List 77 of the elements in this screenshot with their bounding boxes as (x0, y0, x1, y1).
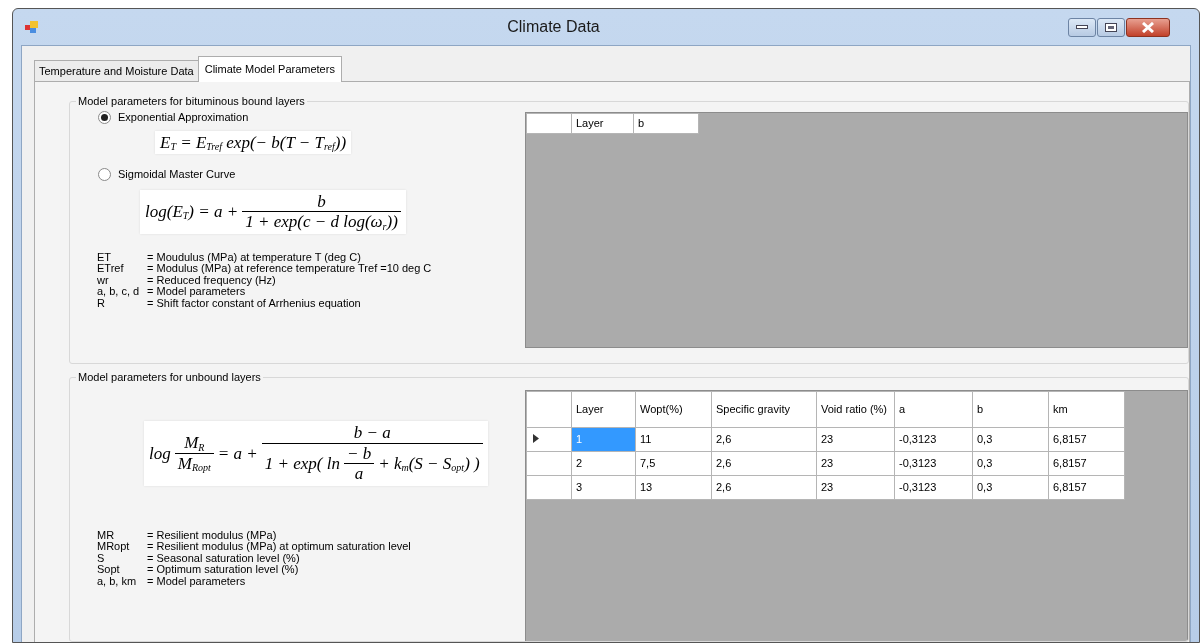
formula-text: b − a (353, 423, 391, 443)
column-header: Specific gravity (711, 391, 817, 428)
legend-term: a, b, km (97, 575, 138, 588)
formula-text: + k$_{m}$(S − S$_{opt}$) ) (378, 453, 480, 474)
formula-text: 1 + exp( ln (264, 453, 340, 474)
maximize-button[interactable] (1097, 17, 1125, 37)
close-button[interactable] (1126, 17, 1170, 37)
formula-text: M$_{Ropt}$ (177, 453, 211, 474)
legend-definition: = Model parameters (147, 575, 247, 588)
column-header: a (894, 391, 973, 428)
legend-term: wr (97, 274, 110, 287)
radio-button[interactable]: Exponential Approximation (98, 109, 249, 126)
window-title: Climate Data (506, 17, 601, 37)
formula-text: 1 + exp(c − d log(ω$_{r}$)) (245, 212, 398, 232)
maximize-icon (1105, 22, 1117, 32)
table-cell: -0,3123 (894, 427, 973, 452)
table-cell: 23 (816, 475, 895, 500)
table-cell: 0,3 (972, 451, 1049, 476)
legend-definition: = Resilient modulus (MPa) (147, 529, 278, 542)
column-header: Wopt(%) (635, 391, 712, 428)
legend-definition: = Seasonal saturation level (%) (147, 552, 300, 565)
column-header: Layer (571, 113, 634, 134)
legend-definition: = Modulus (MPa) at reference temperature Tref =10 deg C (147, 263, 433, 275)
formula-text: a (354, 464, 364, 484)
table-cell: 23 (816, 427, 895, 452)
close-icon (1141, 21, 1155, 33)
legend-definition: = Optimum saturation level (%) (147, 564, 300, 576)
legend-definition: = Resilient modulus (MPa) at optimum saturation level (147, 541, 412, 553)
minimize-button[interactable] (1068, 17, 1096, 37)
group-title: Model parameters for bituminous bound layers (77, 97, 306, 107)
table-cell: -0,3123 (894, 475, 973, 500)
formula-text: E$_{T}$ = E$_{Tref}$ exp(− b(T − T$_{ref}$)) (160, 132, 347, 153)
table-cell: 0,3 (972, 475, 1049, 500)
table-cell: 2,6 (711, 427, 817, 452)
table-cell: 7,5 (635, 451, 712, 476)
legend-definition: = Model parameters (147, 286, 246, 298)
current-row-icon (533, 434, 539, 444)
column-header: b (633, 113, 699, 134)
table-cell: 2,6 (711, 475, 817, 500)
formula-text: b (317, 191, 326, 212)
table-cell: 6,8157 (1048, 475, 1125, 500)
table-cell: 23 (816, 451, 895, 476)
tab[interactable]: Temperature and Moisture Data (34, 59, 199, 81)
formula-text: log (149, 443, 171, 464)
formula-text: M$_{R}$ (184, 433, 205, 453)
legend-term: a, b, c, d (97, 286, 141, 298)
tab[interactable]: Climate Model Parameters (197, 55, 342, 82)
formula-text: log(E$_{T}$) = a + (145, 201, 239, 222)
legend-term: R (97, 297, 106, 310)
legend-term: MR (97, 529, 116, 542)
legend-term: MRopt (97, 541, 131, 553)
table-cell: 6,8157 (1048, 451, 1125, 476)
legend-term: ET (97, 251, 113, 264)
column-header: b (972, 391, 1049, 428)
group-title: Model parameters for unbound layers (77, 373, 262, 383)
legend-definition: = Shift factor constant of Arrhenius equation (147, 297, 362, 310)
app-icon (25, 20, 39, 34)
table-cell: -0,3123 (894, 451, 973, 476)
table-cell: 2,6 (711, 451, 817, 476)
table-cell: 13 (635, 475, 712, 500)
formula-text: − b (346, 443, 372, 464)
table-cell: 0,3 (972, 427, 1049, 452)
table-cell: 6,8157 (1048, 427, 1125, 452)
formula-text: = a + (217, 443, 258, 464)
minimize-icon (1076, 24, 1088, 30)
legend-definition: = Reduced frequency (Hz) (147, 274, 277, 287)
table-cell: 2 (571, 451, 636, 476)
column-header: km (1048, 391, 1125, 428)
legend-term: Sopt (97, 564, 121, 576)
radio-button[interactable]: Sigmoidal Master Curve (98, 166, 236, 183)
legend-definition: = Moudulus (MPa) at temperature T (deg C) (147, 251, 362, 264)
table-cell: 11 (635, 427, 712, 452)
column-header: Layer (571, 391, 636, 428)
legend-term: S (97, 552, 105, 565)
table-cell: 3 (571, 475, 636, 500)
legend-term: ETref (97, 263, 125, 275)
column-header: Void ratio (%) (816, 391, 895, 428)
